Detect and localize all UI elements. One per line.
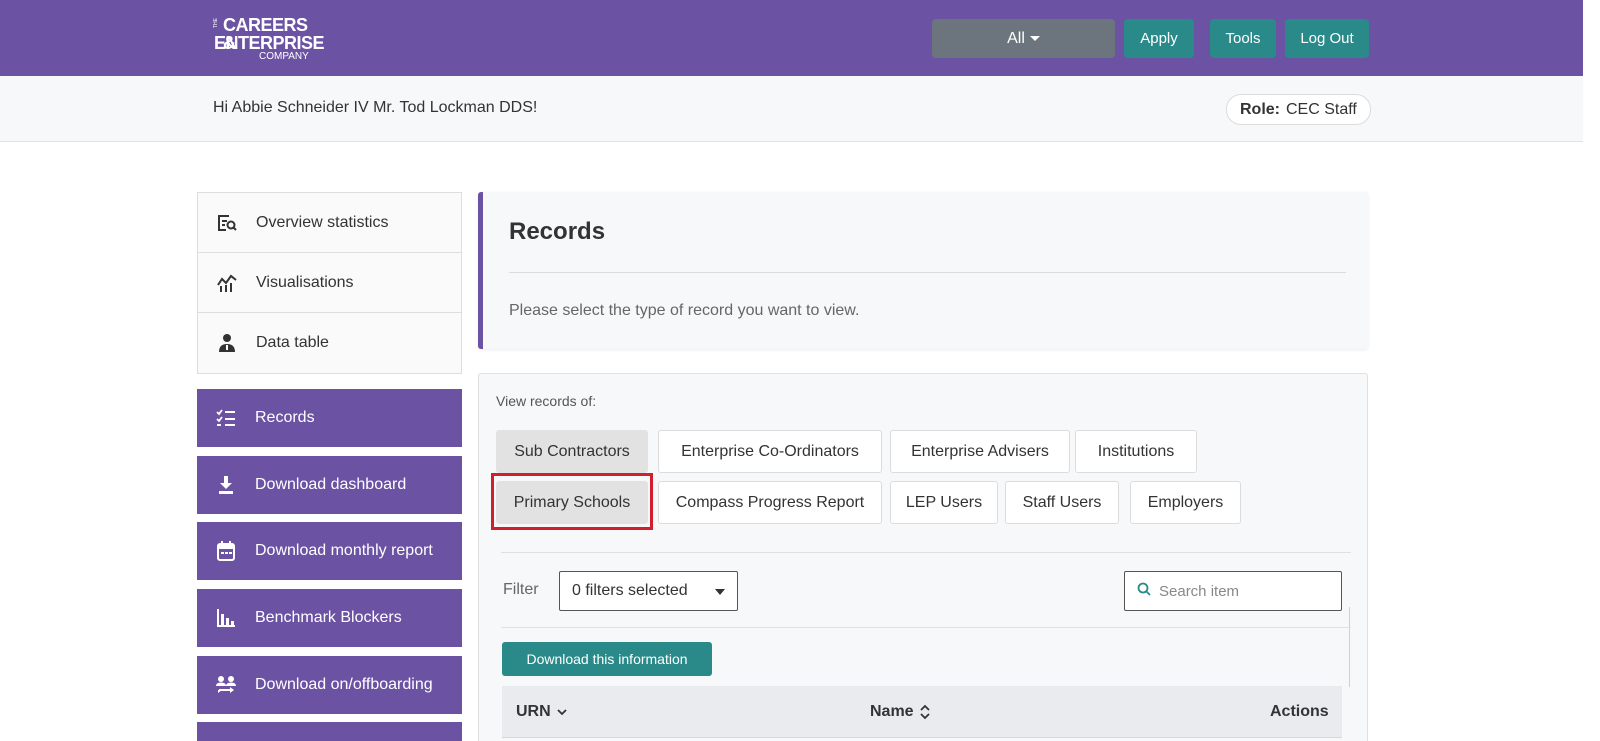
divider xyxy=(501,627,1351,628)
chip-label: Compass Progress Report xyxy=(675,493,865,511)
greeting-text: Hi Abbie Schneider IV Mr. Tod Lockman DD… xyxy=(213,99,538,116)
chip-sub-contractors[interactable]: Sub Contractors xyxy=(496,430,648,473)
sort-icon xyxy=(919,704,930,720)
column-header-actions: Actions xyxy=(1270,703,1329,721)
chip-employers[interactable]: Employers xyxy=(1130,481,1241,524)
company-logo[interactable]: THE CAREERS & ENTERPRISE COMPANY xyxy=(213,14,325,62)
chip-enterprise-coordinators[interactable]: Enterprise Co-Ordinators xyxy=(658,430,882,473)
filter-label: Filter xyxy=(503,581,539,598)
overview-stats-icon xyxy=(216,212,238,234)
apply-button[interactable]: Apply xyxy=(1124,19,1194,58)
table-header: URN Name Actions xyxy=(502,686,1342,738)
divider xyxy=(509,272,1346,273)
search-input[interactable] xyxy=(1159,582,1329,600)
filter-select-value: 0 filters selected xyxy=(572,582,688,599)
sidebar-item-download-onoffboarding[interactable]: Download on/offboarding xyxy=(197,656,462,714)
chip-staff-users[interactable]: Staff Users xyxy=(1005,481,1119,524)
chip-compass-progress-report[interactable]: Compass Progress Report xyxy=(658,481,882,524)
logo-line-3: COMPANY xyxy=(259,51,309,62)
sidebar-item-visualisations[interactable]: Visualisations xyxy=(198,253,461,313)
sidebar-item-download-dashboard[interactable]: Download dashboard xyxy=(197,456,462,514)
sidebar-item-label: Download dashboard xyxy=(255,476,407,493)
search-icon xyxy=(1137,582,1151,601)
all-dropdown-button[interactable]: All xyxy=(932,19,1115,58)
page-title: Records xyxy=(509,218,606,245)
tools-label: Tools xyxy=(1225,30,1261,47)
chip-institutions[interactable]: Institutions xyxy=(1075,430,1197,473)
sidebar-item-label: Visualisations xyxy=(256,273,354,291)
tools-button[interactable]: Tools xyxy=(1210,19,1276,58)
sidebar-item-data-table[interactable]: Data table xyxy=(198,313,461,373)
sidebar-item-records[interactable]: Records xyxy=(197,389,462,447)
download-information-button[interactable]: Download this information xyxy=(502,642,712,676)
all-dropdown-label: All xyxy=(1007,29,1025,47)
download-information-label: Download this information xyxy=(526,651,688,667)
sidebar-item-partial[interactable] xyxy=(197,722,462,741)
sidebar-item-label: Benchmark Blockers xyxy=(255,609,402,626)
sidebar-item-label: Data table xyxy=(256,334,329,351)
column-header-name[interactable]: Name xyxy=(870,703,930,721)
column-header-label: Name xyxy=(870,703,914,720)
column-header-label: Actions xyxy=(1270,703,1329,720)
role-value: CEC Staff xyxy=(1286,100,1357,118)
divider xyxy=(501,552,1351,553)
logo-line-2: ENTERPRISE xyxy=(214,33,325,53)
chip-label: Enterprise Advisers xyxy=(911,442,1049,460)
sidebar-item-download-monthly-report[interactable]: Download monthly report xyxy=(197,522,462,580)
records-panel: View records of: Sub Contractors Enterpr… xyxy=(478,373,1368,741)
logout-label: Log Out xyxy=(1300,30,1354,47)
role-badge: Role: CEC Staff xyxy=(1226,94,1371,125)
sidebar-item-overview-statistics[interactable]: Overview statistics xyxy=(198,193,461,253)
chip-enterprise-advisers[interactable]: Enterprise Advisers xyxy=(890,430,1070,473)
chart-icon xyxy=(216,272,238,294)
column-header-label: URN xyxy=(516,703,551,720)
role-label: Role: xyxy=(1240,100,1280,118)
chip-label: Staff Users xyxy=(1022,493,1102,511)
selection-highlight xyxy=(491,473,653,530)
chip-label: Enterprise Co-Ordinators xyxy=(681,442,859,460)
chevron-down-icon xyxy=(557,708,567,715)
sidebar-item-benchmark-blockers[interactable]: Benchmark Blockers xyxy=(197,589,462,647)
chip-label: Sub Contractors xyxy=(514,442,630,460)
apply-label: Apply xyxy=(1140,30,1178,47)
records-header-card: Records Please select the type of record… xyxy=(478,192,1368,349)
sidebar-item-label: Overview statistics xyxy=(256,213,389,231)
logout-button[interactable]: Log Out xyxy=(1285,19,1369,58)
people-transfer-icon xyxy=(215,674,237,696)
chip-label: LEP Users xyxy=(905,493,983,511)
caret-down-icon xyxy=(1029,36,1040,41)
bar-chart-icon xyxy=(215,607,237,629)
records-description: Please select the type of record you wan… xyxy=(509,302,860,319)
download-icon xyxy=(215,474,237,496)
checklist-icon xyxy=(215,407,237,429)
sidebar-top-group: Overview statistics Visualisations Data … xyxy=(197,192,462,374)
sidebar-item-label: Download monthly report xyxy=(255,542,433,559)
sidebar-item-label: Records xyxy=(255,409,315,426)
logo-small-text: THE xyxy=(213,18,219,28)
sidebar-item-label: Download on/offboarding xyxy=(255,676,433,693)
top-navbar: THE CAREERS & ENTERPRISE COMPANY All App… xyxy=(0,0,1583,76)
person-icon xyxy=(216,332,238,354)
chevron-down-icon xyxy=(715,589,725,595)
greeting-bar: Hi Abbie Schneider IV Mr. Tod Lockman DD… xyxy=(0,76,1583,142)
search-box[interactable] xyxy=(1124,571,1342,611)
column-header-urn[interactable]: URN xyxy=(516,703,567,721)
chip-lep-users[interactable]: LEP Users xyxy=(890,481,998,524)
chip-label: Institutions xyxy=(1097,442,1175,460)
chip-label: Employers xyxy=(1147,493,1224,511)
view-records-label: View records of: xyxy=(496,393,597,409)
calendar-icon xyxy=(215,540,237,562)
divider xyxy=(1349,607,1350,687)
filter-select[interactable]: 0 filters selected xyxy=(559,571,738,611)
